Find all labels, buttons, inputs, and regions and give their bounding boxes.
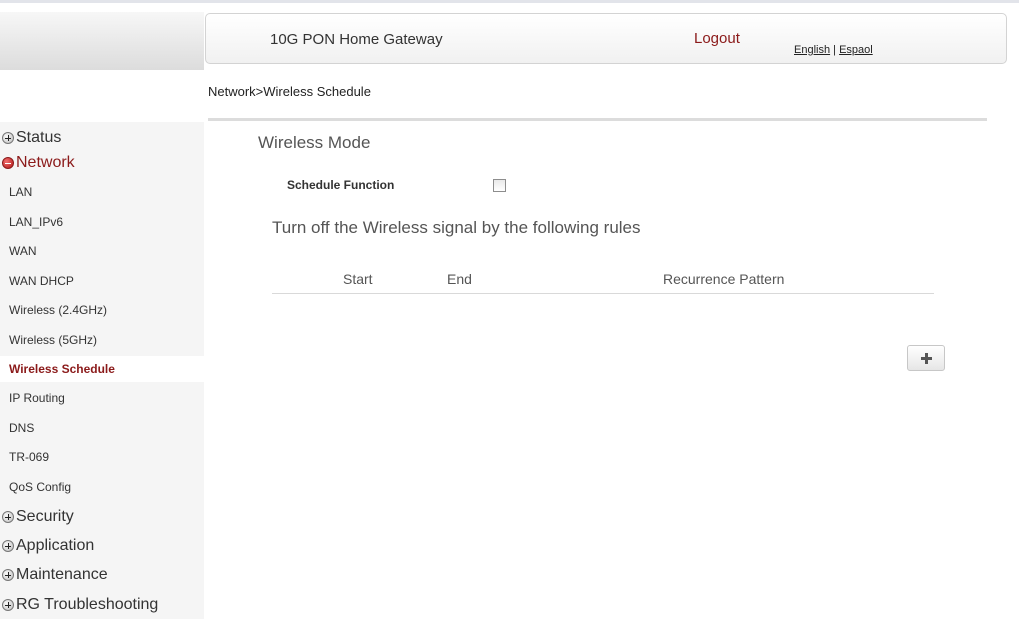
sidebar-item-wan[interactable]: WAN	[0, 239, 204, 263]
column-header-end: End	[447, 271, 472, 287]
plus-circle-icon	[2, 132, 14, 144]
menu-group-status[interactable]: Status	[2, 125, 61, 151]
table-header-divider	[272, 293, 934, 294]
menu-group-rg-troubleshooting[interactable]: RG Troubleshooting	[2, 592, 158, 618]
logout-link[interactable]: Logout	[694, 30, 740, 47]
sidebar-item-wireless-schedule[interactable]: Wireless Schedule	[0, 356, 204, 382]
sidebar-item-lan[interactable]: LAN	[0, 180, 204, 204]
logo-area	[0, 12, 204, 70]
menu-group-label: RG Troubleshooting	[16, 596, 159, 613]
menu-group-label: Maintenance	[16, 566, 108, 583]
breadcrumb: Network>Wireless Schedule	[208, 84, 371, 99]
plus-icon	[920, 352, 932, 364]
menu-group-application[interactable]: Application	[2, 533, 94, 559]
schedule-function-label: Schedule Function	[287, 178, 395, 192]
plus-circle-icon	[2, 569, 14, 581]
header-divider	[208, 118, 987, 121]
schedule-function-checkbox[interactable]	[493, 179, 506, 192]
column-header-start: Start	[343, 271, 373, 287]
language-switcher: English | Espaol	[794, 44, 873, 56]
espanol-link[interactable]: Espaol	[839, 44, 873, 56]
sidebar-item-ip-routing[interactable]: IP Routing	[0, 386, 204, 410]
menu-group-security[interactable]: Security	[2, 504, 74, 530]
sidebar-item-tr-069[interactable]: TR-069	[0, 445, 204, 469]
sidebar-item-qos-config[interactable]: QoS Config	[0, 475, 204, 499]
menu-group-label: Status	[16, 129, 62, 146]
sidebar-item-lan-ipv6[interactable]: LAN_IPv6	[0, 210, 204, 234]
plus-circle-icon	[2, 511, 14, 523]
minus-circle-icon	[2, 157, 14, 169]
gateway-title: 10G PON Home Gateway	[270, 31, 443, 48]
sidebar-item-wireless-5ghz[interactable]: Wireless (5GHz)	[0, 328, 204, 352]
top-border	[0, 0, 1019, 3]
sidebar-item-wan-dhcp[interactable]: WAN DHCP	[0, 269, 204, 293]
menu-group-label: Application	[16, 537, 95, 554]
english-link[interactable]: English	[794, 44, 830, 56]
menu-group-maintenance[interactable]: Maintenance	[2, 562, 108, 588]
plus-circle-icon	[2, 599, 14, 611]
sidebar-item-wireless-2-4ghz[interactable]: Wireless (2.4GHz)	[0, 298, 204, 322]
plus-circle-icon	[2, 540, 14, 552]
section-title: Wireless Mode	[258, 133, 371, 152]
language-separator: |	[833, 44, 836, 56]
sidebar-item-dns[interactable]: DNS	[0, 416, 204, 440]
menu-group-label: Security	[16, 508, 74, 525]
add-rule-button[interactable]	[907, 345, 945, 371]
rules-title: Turn off the Wireless signal by the foll…	[272, 218, 641, 237]
column-header-recurrence-pattern: Recurrence Pattern	[663, 271, 785, 287]
sidebar: Status Network LAN LAN_IPv6 WAN WAN DHCP…	[0, 122, 204, 619]
menu-group-network[interactable]: Network	[2, 150, 75, 176]
header-bar: 10G PON Home Gateway Logout English | Es…	[205, 13, 1007, 64]
menu-group-label: Network	[16, 154, 75, 171]
